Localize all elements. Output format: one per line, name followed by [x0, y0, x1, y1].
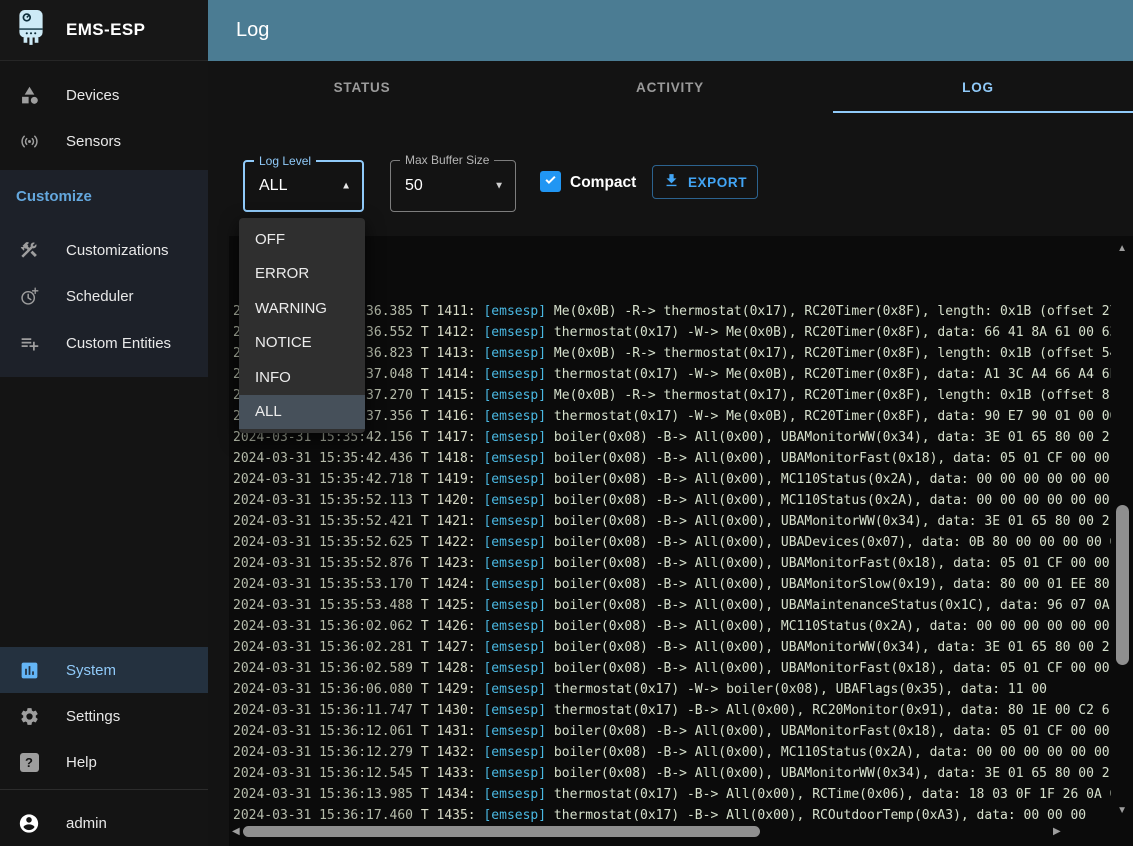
sidebar-item-label: Help — [66, 754, 97, 771]
log-line: 2024-03-31 15:36:13.985 T 1434: [emsesp]… — [233, 784, 1111, 805]
sidebar-item-label: System — [66, 662, 116, 679]
tab-bar: STATUS ACTIVITY LOG — [208, 61, 1133, 113]
max-buffer-value: 50 — [405, 177, 423, 195]
log-level-option[interactable]: ERROR — [239, 257, 365, 292]
username-label: admin — [66, 815, 107, 832]
vertical-scrollbar-thumb[interactable] — [1116, 505, 1129, 665]
log-level-option[interactable]: WARNING — [239, 291, 365, 326]
sidebar-item-devices[interactable]: Devices — [0, 72, 208, 118]
log-line: 2024-03-31 15:36:17.460 T 1435: [emsesp]… — [233, 805, 1111, 822]
tab-status[interactable]: STATUS — [208, 61, 516, 113]
sidebar-item-label: Custom Entities — [66, 335, 171, 352]
log-line: 2024-03-31 15:36:02.062 T 1426: [emsesp]… — [233, 616, 1111, 637]
sidebar: EMS-ESP Devices Sensors Customize — [0, 0, 208, 846]
tab-activity[interactable]: ACTIVITY — [516, 61, 824, 113]
log-level-value: ALL — [259, 177, 287, 195]
log-line: 2024-03-31 15:36:02.589 T 1428: [emsesp]… — [233, 658, 1111, 679]
boiler-logo-icon — [16, 9, 46, 52]
devices-icon — [18, 84, 40, 106]
log-level-option[interactable]: ALL — [239, 395, 365, 430]
chevron-up-icon: ▲ — [341, 181, 351, 192]
appbar: Log — [208, 0, 1133, 61]
sidebar-item-label: Sensors — [66, 133, 121, 150]
max-buffer-label: Max Buffer Size — [400, 153, 494, 167]
export-button-label: EXPORT — [688, 175, 747, 190]
log-line: 2024-03-31 15:35:52.876 T 1423: [emsesp]… — [233, 553, 1111, 574]
active-tab-indicator — [833, 111, 1133, 113]
max-buffer-select[interactable]: Max Buffer Size 50 ▼ — [390, 160, 516, 212]
log-line: 2024-03-31 15:35:52.421 T 1421: [emsesp]… — [233, 511, 1111, 532]
log-line: 2024-03-31 15:35:52.113 T 1420: [emsesp]… — [233, 490, 1111, 511]
sidebar-item-label: Scheduler — [66, 288, 134, 305]
log-line: 2024-03-31 15:36:02.281 T 1427: [emsesp]… — [233, 637, 1111, 658]
construction-icon — [18, 239, 40, 261]
log-line: 2024-03-31 15:35:53.488 T 1425: [emsesp]… — [233, 595, 1111, 616]
sidebar-item-user[interactable]: admin — [0, 800, 208, 846]
customize-section-title: Customize — [16, 188, 92, 205]
sidebar-item-custom-entities[interactable]: Custom Entities — [0, 320, 208, 366]
tab-log[interactable]: LOG — [824, 61, 1132, 113]
chevron-down-icon: ▼ — [494, 181, 504, 192]
log-level-option[interactable]: OFF — [239, 222, 365, 257]
sensors-icon — [18, 130, 40, 152]
sidebar-item-label: Settings — [66, 708, 120, 725]
account-circle-icon — [18, 812, 40, 834]
bar-chart-icon — [18, 659, 40, 681]
log-line: 2024-03-31 15:35:52.625 T 1422: [emsesp]… — [233, 532, 1111, 553]
app-window: EMS-ESP Devices Sensors Customize — [0, 0, 1133, 846]
gear-icon — [18, 705, 40, 727]
scroll-right-arrow-icon[interactable]: ▶ — [1053, 827, 1061, 837]
sidebar-item-label: Devices — [66, 87, 119, 104]
sidebar-item-label: Customizations — [66, 242, 169, 259]
log-line: 2024-03-31 15:36:12.061 T 1431: [emsesp]… — [233, 721, 1111, 742]
list-add-icon — [18, 332, 40, 354]
sidebar-item-system[interactable]: System — [0, 647, 208, 693]
log-line: 2024-03-31 15:36:06.080 T 1429: [emsesp]… — [233, 679, 1111, 700]
page-title: Log — [236, 19, 269, 42]
log-line: 2024-03-31 15:36:11.747 T 1430: [emsesp]… — [233, 700, 1111, 721]
log-level-option[interactable]: INFO — [239, 360, 365, 395]
scroll-left-arrow-icon[interactable]: ◀ — [232, 827, 240, 837]
sidebar-divider — [0, 789, 208, 790]
clock-plus-icon — [18, 285, 40, 307]
sidebar-item-scheduler[interactable]: Scheduler — [0, 273, 208, 319]
sidebar-item-help[interactable]: ? Help — [0, 739, 208, 785]
log-level-menu: OFFERRORWARNINGNOTICEINFOALL — [239, 218, 365, 433]
sidebar-item-settings[interactable]: Settings — [0, 693, 208, 739]
sidebar-item-customizations[interactable]: Customizations — [0, 227, 208, 273]
log-level-select[interactable]: Log Level ALL ▲ — [243, 160, 364, 212]
app-title: EMS-ESP — [66, 20, 145, 40]
log-line: 2024-03-31 15:35:42.436 T 1418: [emsesp]… — [233, 448, 1111, 469]
log-line: 2024-03-31 15:36:12.545 T 1433: [emsesp]… — [233, 763, 1111, 784]
log-level-label: Log Level — [254, 154, 316, 168]
log-level-option[interactable]: NOTICE — [239, 326, 365, 361]
checkmark-icon — [543, 172, 558, 192]
download-icon — [663, 172, 680, 192]
export-button[interactable]: EXPORT — [652, 165, 758, 199]
scroll-down-arrow-icon[interactable]: ▼ — [1117, 806, 1127, 816]
log-line: 2024-03-31 15:36:12.279 T 1432: [emsesp]… — [233, 742, 1111, 763]
compact-label: Compact — [570, 174, 636, 192]
horizontal-scrollbar-thumb[interactable] — [243, 826, 760, 837]
compact-checkbox[interactable] — [540, 171, 561, 192]
sidebar-item-sensors[interactable]: Sensors — [0, 118, 208, 164]
log-line: 2024-03-31 15:35:53.170 T 1424: [emsesp]… — [233, 574, 1111, 595]
help-icon: ? — [18, 751, 40, 773]
sidebar-header: EMS-ESP — [0, 0, 208, 61]
log-line: 2024-03-31 15:35:42.718 T 1419: [emsesp]… — [233, 469, 1111, 490]
scroll-up-arrow-icon[interactable]: ▲ — [1117, 244, 1127, 254]
